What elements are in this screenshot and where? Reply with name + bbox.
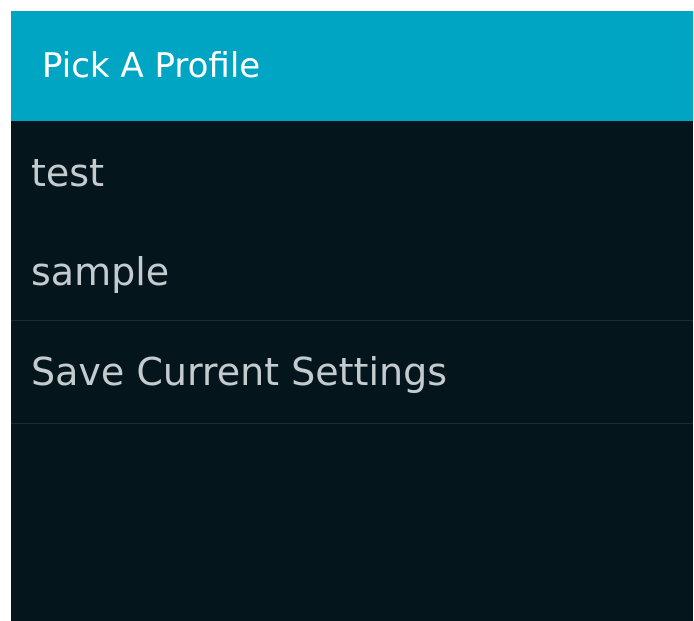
save-current-settings-label: Save Current Settings — [31, 350, 448, 394]
profile-item-label: test — [31, 150, 104, 195]
profile-list: test sample Save Current Settings — [11, 121, 693, 424]
profile-item-label: sample — [31, 250, 170, 294]
save-current-settings-item[interactable]: Save Current Settings — [11, 321, 693, 424]
dialog-header: Pick A Profile — [11, 11, 693, 121]
profile-item-test[interactable]: test — [11, 121, 693, 224]
profile-picker-dialog: Pick A Profile test sample Save Current … — [11, 11, 693, 621]
dialog-title: Pick A Profile — [42, 46, 261, 86]
profile-item-sample[interactable]: sample — [11, 224, 693, 321]
